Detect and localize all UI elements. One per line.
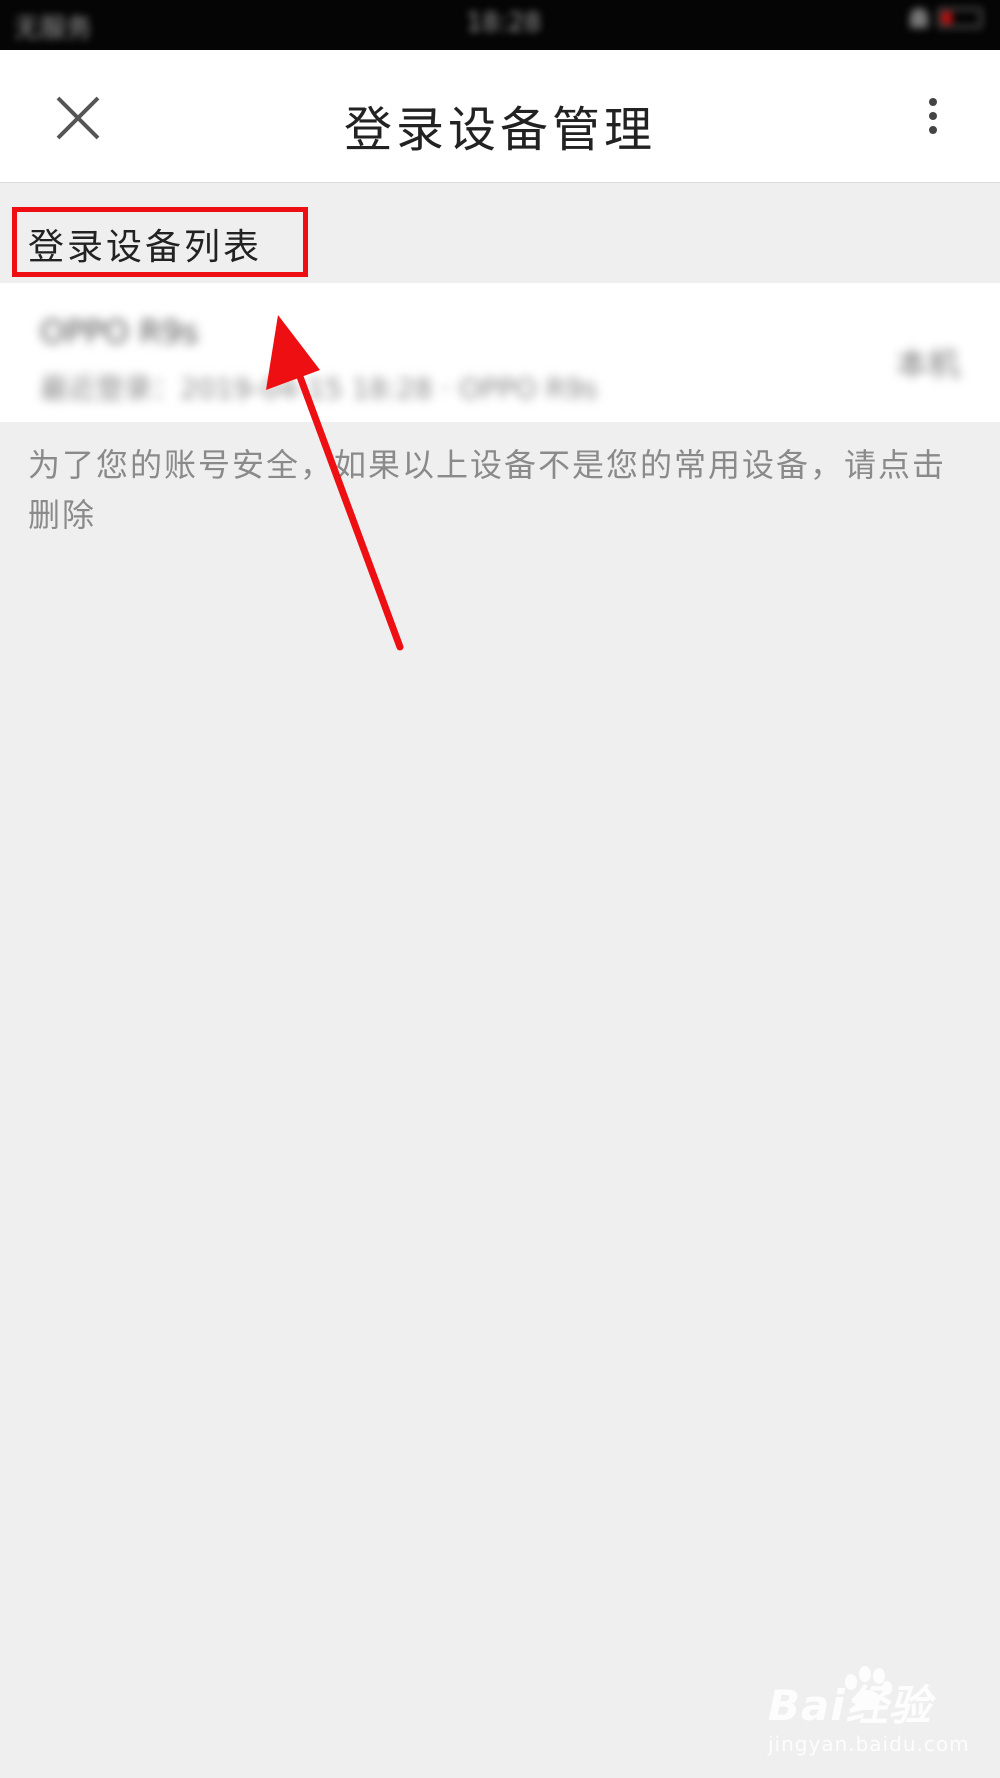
highlight-box xyxy=(12,207,308,277)
watermark-brand: Bai经验 xyxy=(768,1681,932,1730)
watermark: Bai经验 jingyan.baidu.com xyxy=(762,1666,982,1762)
device-name: OPPO R9s xyxy=(40,313,199,351)
more-vertical-icon xyxy=(929,98,937,134)
security-notice: 为了您的账号安全，如果以上设备不是您的常用设备，请点击删除 xyxy=(28,446,947,534)
device-detail: 最近登录：2019-04-15 18:28 · OPPO R9s xyxy=(40,372,598,405)
status-bar: 无服务 18:28 xyxy=(0,0,1000,50)
device-list-item[interactable]: OPPO R9s 最近登录：2019-04-15 18:28 · OPPO R9… xyxy=(0,283,1000,422)
battery-icon xyxy=(938,8,982,28)
nav-bar: 登录设备管理 xyxy=(0,50,1000,183)
more-options-button[interactable] xyxy=(918,94,948,144)
carrier-text: 无服务 xyxy=(14,14,93,44)
status-time: 18:28 xyxy=(466,8,541,38)
page-title: 登录设备管理 xyxy=(343,102,656,158)
watermark-url: jingyan.baidu.com xyxy=(768,1732,970,1756)
bell-icon xyxy=(910,8,928,28)
device-status: 本机 xyxy=(895,345,960,383)
status-icons xyxy=(910,8,982,28)
